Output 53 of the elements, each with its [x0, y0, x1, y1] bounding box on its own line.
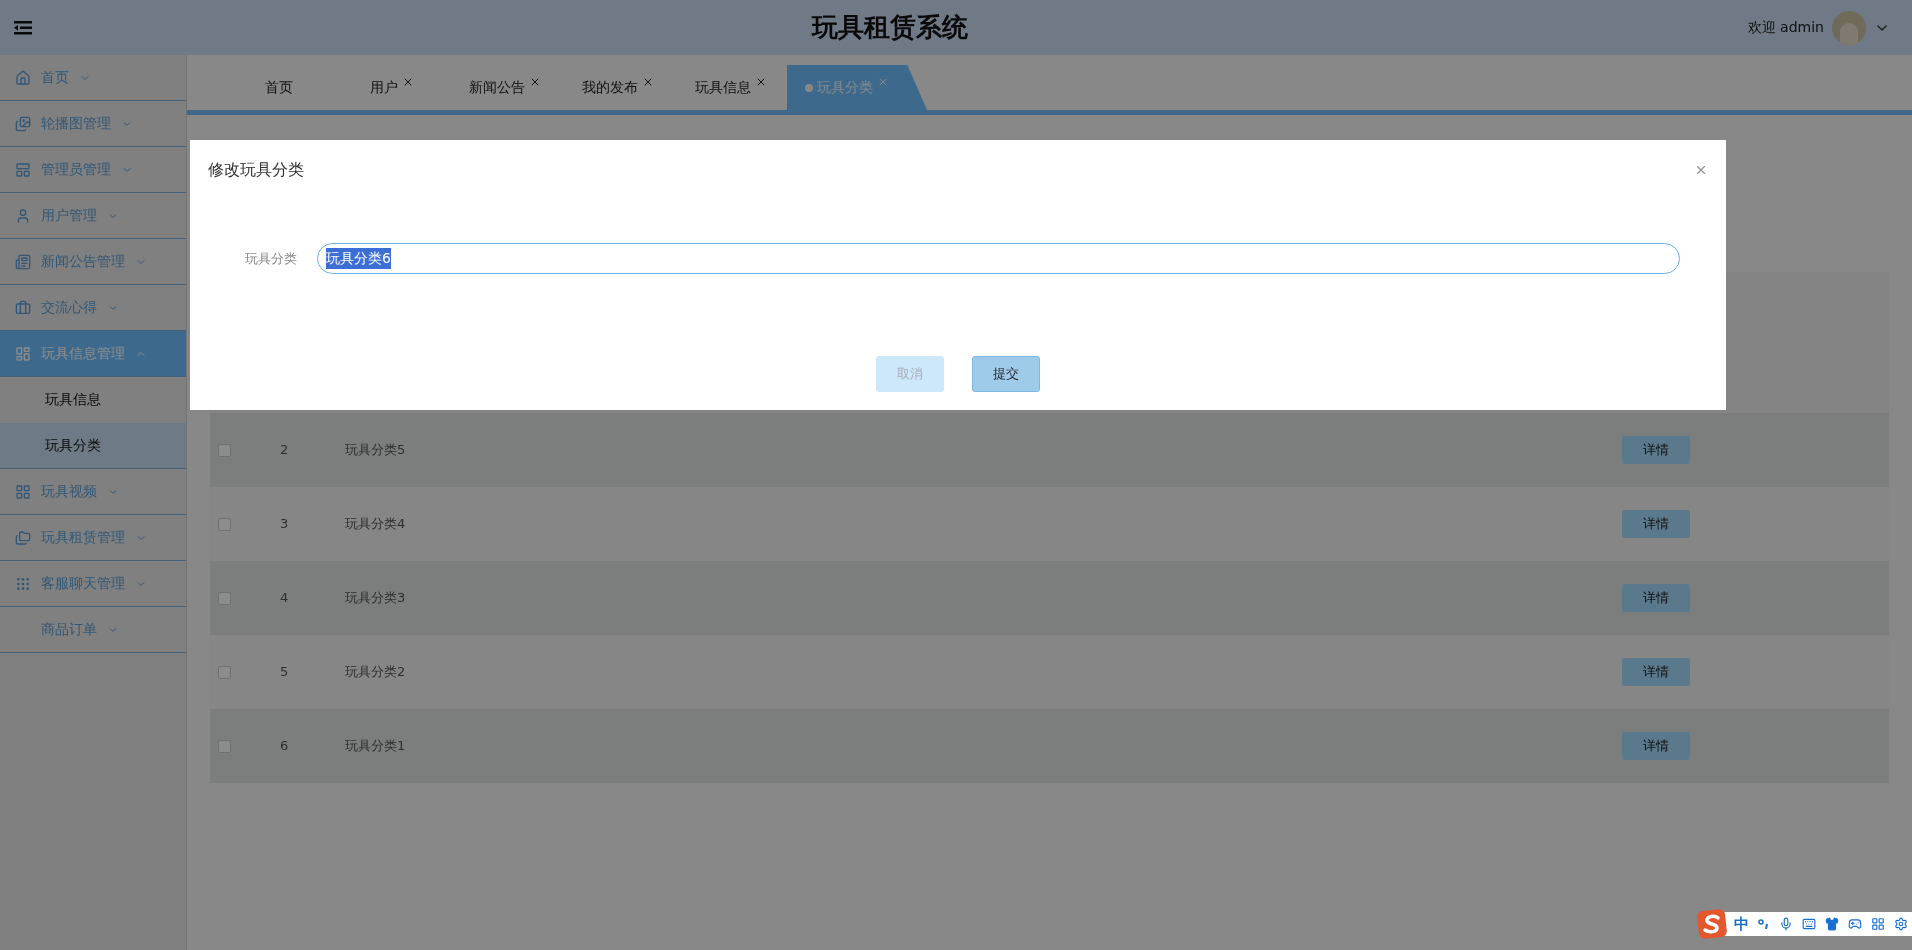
sidebar-submenu-item[interactable]: 玩具分类 — [0, 423, 186, 469]
ime-mode-text[interactable]: 中 — [1734, 912, 1749, 936]
dashboard-icon — [15, 345, 31, 362]
table-cell: 5 — [280, 664, 289, 680]
details-button[interactable]: 详情 — [1622, 584, 1690, 612]
page-tab[interactable]: 用户 — [335, 65, 448, 110]
user-icon — [15, 207, 31, 224]
images-icon — [15, 115, 31, 132]
row-checkbox[interactable] — [218, 591, 231, 605]
details-button[interactable]: 详情 — [1622, 658, 1690, 686]
menu-toggle-icon[interactable] — [14, 20, 32, 35]
submit-button[interactable]: 提交 — [972, 356, 1040, 392]
grid-icon — [15, 483, 31, 500]
table-cell: 玩具分类3 — [345, 590, 406, 606]
newspaper-icon — [15, 253, 31, 270]
row-checkbox[interactable] — [218, 517, 231, 531]
dots-grid-icon — [15, 575, 31, 592]
page-tab[interactable]: 我的发布 — [561, 65, 674, 110]
ime-logo-icon[interactable] — [1697, 909, 1727, 939]
app-title: 玩具租赁系统 — [811, 11, 968, 44]
layout-icon — [15, 161, 31, 178]
settings-icon[interactable] — [1894, 917, 1908, 931]
row-checkbox[interactable] — [218, 665, 231, 679]
table-cell: 玩具分类2 — [345, 664, 406, 680]
page-tab[interactable]: 新闻公告 — [448, 65, 561, 110]
briefcase-icon — [15, 299, 31, 316]
grid-icon[interactable] — [1871, 917, 1885, 931]
row-checkbox[interactable] — [218, 739, 231, 753]
table-cell: 玩具分类5 — [345, 442, 406, 458]
table-cell: 2 — [280, 442, 289, 458]
welcome-text: 欢迎 admin — [1747, 18, 1824, 37]
microphone-icon[interactable] — [1779, 917, 1793, 931]
table-cell: 3 — [280, 516, 289, 532]
table-cell: 玩具分类4 — [345, 516, 406, 532]
keyboard-icon[interactable] — [1802, 917, 1816, 931]
punctuation-icon[interactable] — [1758, 918, 1770, 930]
gamepad-icon[interactable] — [1848, 917, 1862, 931]
sidebar-submenu-item[interactable]: 玩具信息 — [0, 377, 186, 423]
dialog-title: 修改玩具分类 — [208, 159, 304, 181]
details-button[interactable]: 详情 — [1622, 510, 1690, 538]
folders-icon — [15, 529, 31, 546]
details-button[interactable]: 详情 — [1622, 732, 1690, 760]
page-tab[interactable]: 玩具信息 — [674, 65, 787, 110]
row-checkbox[interactable] — [218, 443, 231, 457]
shirt-icon[interactable] — [1825, 917, 1839, 931]
close-icon[interactable] — [1694, 163, 1708, 177]
table-cell: 6 — [280, 738, 289, 754]
home-icon — [15, 69, 31, 86]
table-cell: 玩具分类1 — [345, 738, 406, 754]
table-cell: 4 — [280, 590, 289, 606]
details-button[interactable]: 详情 — [1622, 436, 1690, 464]
page-tab[interactable]: 首页 — [222, 65, 335, 110]
field-label: 玩具分类 — [245, 249, 298, 268]
